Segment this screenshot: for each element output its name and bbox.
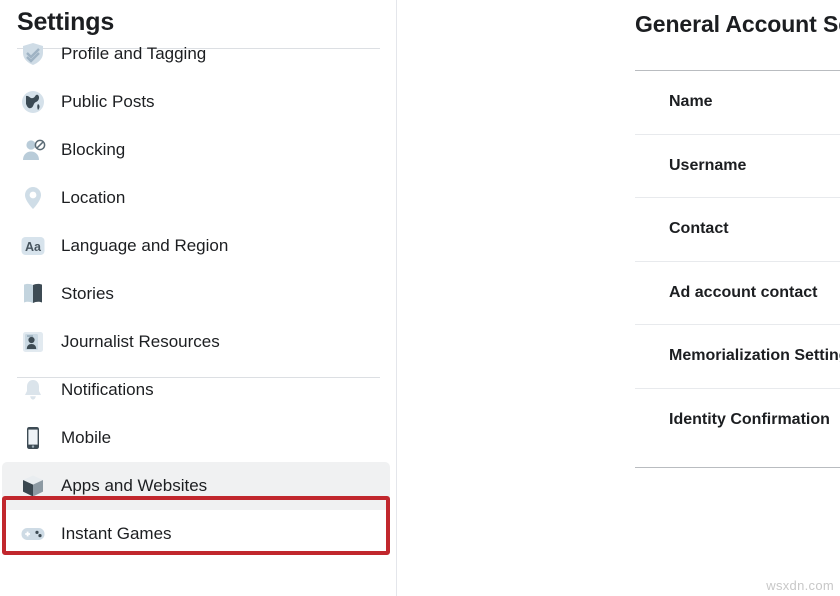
sidebar-item-label: Apps and Websites [61, 476, 207, 496]
sidebar-item-public-posts[interactable]: Public Posts [2, 78, 390, 126]
account-list-bottom-divider [635, 467, 840, 468]
aa-text-icon: Aa [16, 233, 50, 259]
sidebar-item-label: Location [61, 188, 125, 208]
shield-check-icon [16, 41, 50, 67]
sidebar-item-journalist-resources[interactable]: Journalist Resources [2, 318, 390, 366]
location-pin-icon [16, 185, 50, 211]
sidebar-item-label: Instant Games [61, 524, 172, 544]
sidebar-item-blocking[interactable]: Blocking [2, 126, 390, 174]
watermark: wsxdn.com [766, 578, 834, 593]
sidebar-item-location[interactable]: Location [2, 174, 390, 222]
bell-icon [16, 377, 50, 403]
account-row-divider [635, 70, 840, 71]
sidebar-item-label: Public Posts [61, 92, 155, 112]
sidebar-item-apps-and-websites[interactable]: Apps and Websites [2, 462, 390, 510]
sidebar-item-language-and-region[interactable]: Aa Language and Region [2, 222, 390, 270]
gamepad-icon [16, 521, 50, 547]
account-setting-row-name[interactable]: Name [669, 93, 713, 111]
sidebar-item-label: Journalist Resources [61, 332, 220, 352]
sidebar-item-label: Blocking [61, 140, 125, 160]
sidebar-item-instant-games[interactable]: Instant Games [2, 510, 390, 558]
cube-icon [16, 473, 50, 499]
phone-icon [16, 425, 50, 451]
svg-text:Aa: Aa [25, 240, 42, 254]
settings-sidebar: Settings Profile and TaggingPublic Posts… [0, 0, 397, 596]
sidebar-item-label: Notifications [61, 380, 154, 400]
sidebar-item-stories[interactable]: Stories [2, 270, 390, 318]
account-setting-row-username[interactable]: Username [669, 157, 746, 175]
sidebar-item-label: Profile and Tagging [61, 44, 206, 64]
account-setting-row-identity-confirmation[interactable]: Identity Confirmation [669, 411, 830, 429]
account-row-divider [635, 324, 840, 325]
sidebar-divider-middle [17, 377, 380, 378]
book-icon [16, 281, 50, 307]
sidebar-item-label: Mobile [61, 428, 111, 448]
account-row-divider [635, 197, 840, 198]
sidebar-item-mobile[interactable]: Mobile [2, 414, 390, 462]
account-row-divider [635, 261, 840, 262]
sidebar-item-label: Language and Region [61, 236, 228, 256]
account-row-divider [635, 388, 840, 389]
person-blocked-icon [16, 137, 50, 163]
account-setting-row-ad-account-contact[interactable]: Ad account contact [669, 284, 817, 302]
account-setting-row-memorialization-settings[interactable]: Memorialization Settings [669, 347, 840, 365]
account-setting-row-contact[interactable]: Contact [669, 220, 729, 238]
account-row-divider [635, 134, 840, 135]
sidebar-item-label: Stories [61, 284, 114, 304]
sidebar-scrollbar[interactable] [382, 0, 391, 596]
id-card-icon [16, 329, 50, 355]
sidebar-item-notifications[interactable]: Notifications [2, 366, 390, 414]
main-panel-title: General Account Settings [635, 11, 840, 38]
general-account-settings-panel: General Account Settings Name Username Con… [397, 0, 840, 596]
sidebar-item-profile-and-tagging[interactable]: Profile and Tagging [2, 30, 390, 78]
globe-icon [16, 89, 50, 115]
settings-page: Settings Profile and TaggingPublic Posts… [0, 0, 840, 596]
